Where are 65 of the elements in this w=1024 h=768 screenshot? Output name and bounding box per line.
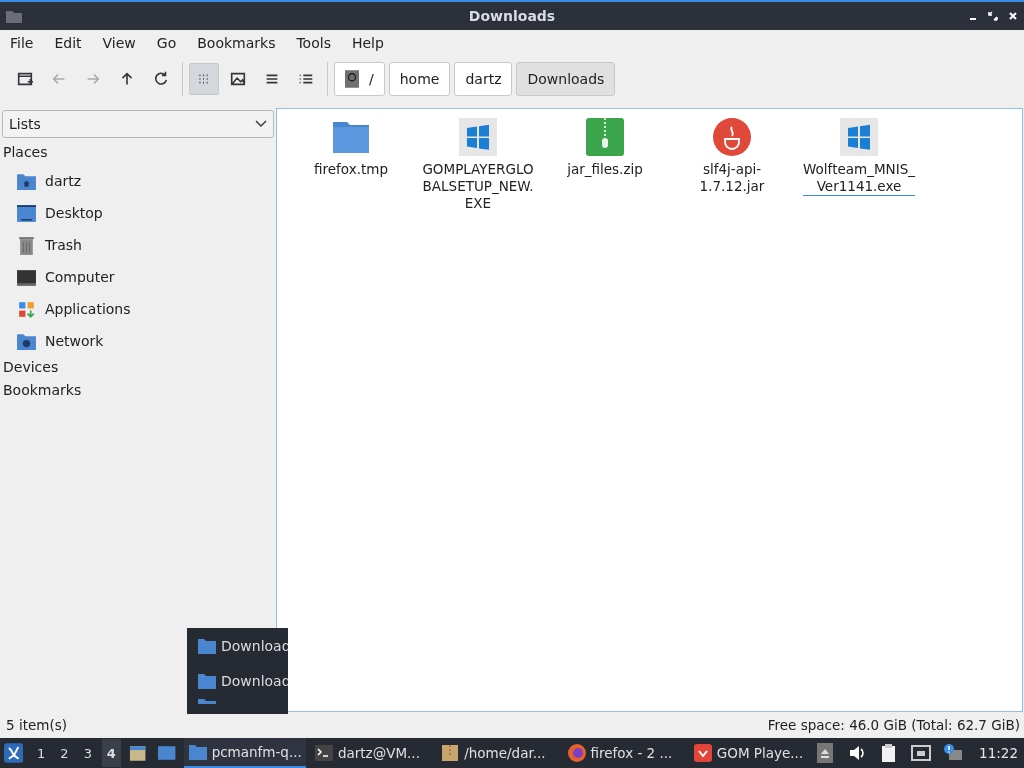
image-icon	[229, 70, 247, 88]
path-button[interactable]: Downloads	[516, 62, 616, 96]
section-heading[interactable]: Bookmarks	[0, 380, 276, 403]
network-icon[interactable]	[911, 743, 932, 763]
view-select[interactable]: Lists	[2, 110, 274, 138]
desktop-icon	[16, 202, 37, 224]
sidebar-item[interactable]: Trash	[0, 229, 276, 261]
grid-entry[interactable]: Wolfteam_MNIS_Ver1141.exe	[799, 117, 919, 197]
desktop-switch[interactable]: 3	[78, 739, 98, 767]
player-icon	[692, 743, 713, 763]
desktop-switch[interactable]: 4	[101, 739, 121, 767]
path-button[interactable]: /	[334, 62, 385, 96]
window-title: Downloads	[468, 8, 556, 24]
grid-entry[interactable]: GOMPLAYERGLOBALSETUP_NEW.EXE	[418, 117, 538, 213]
windows-icon	[458, 117, 498, 157]
section-heading[interactable]: Devices	[0, 357, 276, 380]
chevron-icon	[255, 120, 267, 128]
sidebar-item[interactable]: Computer	[0, 261, 276, 293]
sidebar-item[interactable]: dartz	[0, 165, 276, 197]
menu-item[interactable]: File	[10, 35, 45, 51]
menu-item[interactable]: View	[102, 35, 147, 51]
free-space: Free space: 46.0 GiB (Total: 62.7 GiB)	[767, 717, 1020, 733]
task-button[interactable]: firefox - 2 ...	[562, 738, 685, 768]
grid-entry[interactable]: slf4j-api-1.7.12.jar	[672, 117, 792, 196]
menu-item[interactable]: Go	[156, 35, 188, 51]
eject-icon[interactable]	[815, 743, 836, 763]
new-tab-icon	[16, 70, 34, 88]
notification-icon[interactable]	[943, 743, 964, 763]
desktop-switch[interactable]: 2	[54, 739, 75, 767]
desktop-icon[interactable]	[157, 743, 177, 763]
drive-icon	[345, 70, 359, 88]
path-button[interactable]: home	[388, 62, 451, 96]
menu-item[interactable]: Edit	[54, 35, 93, 51]
grid-entry[interactable]: jar_files.zip	[545, 117, 665, 179]
path-button[interactable]: dartz	[454, 62, 513, 96]
zip-icon	[585, 117, 625, 157]
reload-icon	[152, 70, 170, 88]
sidebar-item[interactable]: Network	[0, 325, 276, 357]
sidebar-item[interactable]: Applications	[0, 293, 276, 325]
desktop-switch[interactable]: 1	[31, 739, 51, 767]
windows-icon	[839, 117, 879, 157]
start-menu-icon[interactable]	[4, 743, 24, 763]
trash-icon	[16, 234, 37, 256]
menu-item[interactable]: Tools	[296, 35, 342, 51]
folder-icon	[197, 696, 217, 704]
task-button[interactable]: GOM Playe...	[688, 738, 812, 768]
file-manager-icon[interactable]	[127, 743, 148, 763]
menu-item[interactable]: Help	[351, 35, 395, 51]
task-button[interactable]: /home/dar...	[436, 738, 559, 768]
java-cup-icon	[712, 117, 752, 157]
grid-entry[interactable]: firefox.tmp	[291, 117, 411, 179]
item-count: 5 item(s)	[6, 717, 67, 733]
terminal-icon	[313, 743, 334, 763]
menu-item[interactable]: Bookmarks	[197, 35, 287, 51]
section-heading[interactable]: Places	[0, 142, 276, 165]
task-button[interactable]: dartz@VM...	[309, 738, 433, 768]
maximize-icon[interactable]	[988, 11, 998, 21]
browser-icon	[566, 743, 587, 763]
sidebar-item[interactable]: Desktop	[0, 197, 276, 229]
close-icon[interactable]	[1008, 11, 1018, 21]
task-button[interactable]: pcmanfm-q...	[183, 738, 306, 768]
archive-icon	[440, 743, 461, 763]
clock: 11:22	[979, 745, 1018, 761]
folder-icon	[6, 9, 22, 23]
folder-icon	[187, 742, 208, 762]
